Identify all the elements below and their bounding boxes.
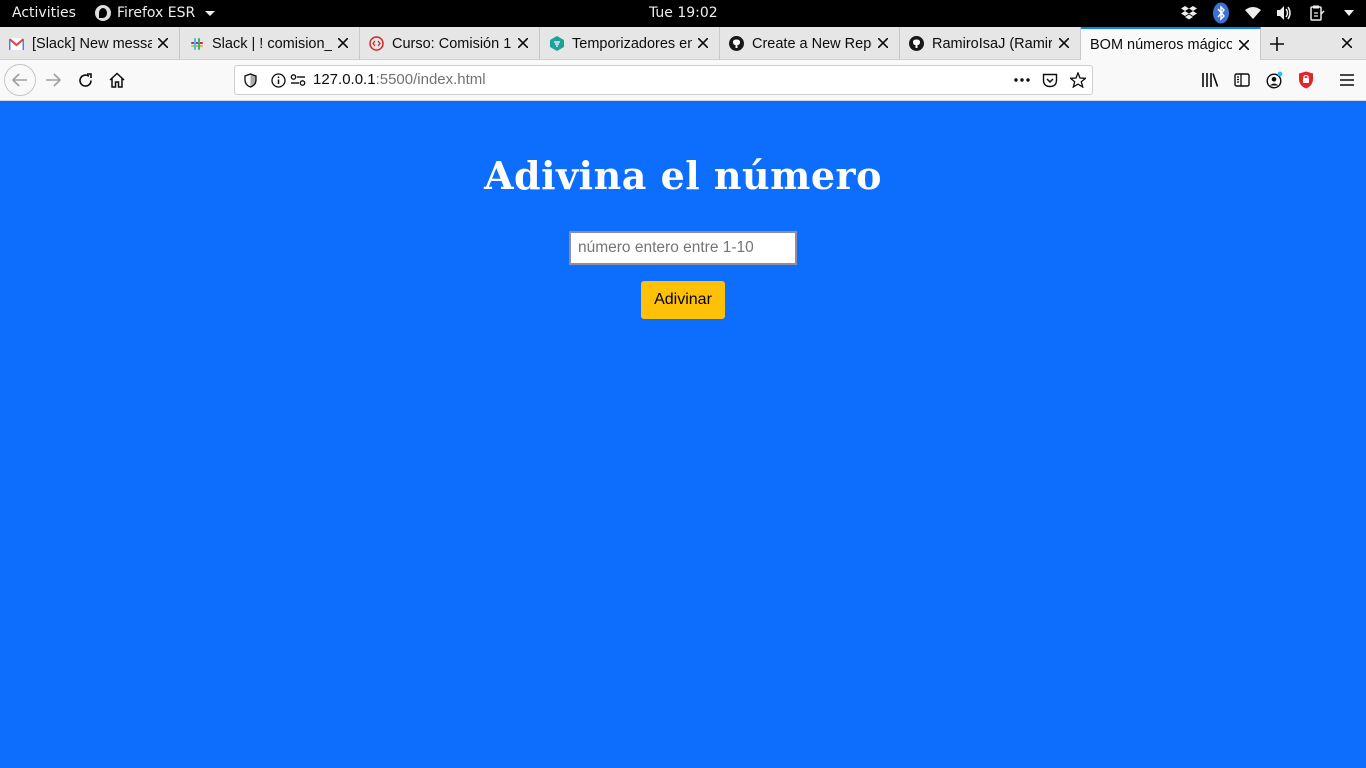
tab-title: Create a New Repository xyxy=(752,35,872,52)
tab-title: BOM números mágicos xyxy=(1090,37,1232,53)
slack-icon xyxy=(189,36,204,51)
volume-icon[interactable] xyxy=(1276,3,1294,23)
tab-github-profile[interactable]: RamiroIsaJ (Ramiro xyxy=(900,27,1081,60)
tab-title: RamiroIsaJ (Ramiro xyxy=(932,35,1052,52)
close-tab-icon[interactable] xyxy=(1056,35,1072,51)
bluetooth-icon[interactable] xyxy=(1212,2,1230,24)
sidebar-toggle-icon[interactable] xyxy=(1232,70,1252,90)
gmail-icon xyxy=(9,36,24,51)
page-title: Adivina el número xyxy=(484,153,882,198)
system-top-bar: Activities Firefox ESR Tue 19:02 xyxy=(0,0,1366,27)
close-tab-icon[interactable] xyxy=(515,35,531,51)
app-menu-label: Firefox ESR xyxy=(117,5,196,21)
tab-strip: [Slack] New messages Slack | ! comision_… xyxy=(0,27,1366,61)
app-menu[interactable]: Firefox ESR xyxy=(95,5,216,21)
close-tab-icon[interactable] xyxy=(335,35,351,51)
caret-down-icon xyxy=(205,10,216,16)
tab-temporizadores[interactable]: Temporizadores en xyxy=(540,27,720,60)
hamburger-menu-icon[interactable] xyxy=(1337,70,1357,90)
page-content: Adivina el número Adivinar xyxy=(0,101,1366,768)
activities-button[interactable]: Activities xyxy=(12,5,76,21)
close-window-icon[interactable] xyxy=(1339,35,1355,51)
tab-title: Temporizadores en xyxy=(572,35,692,52)
ublock-shield-icon[interactable] xyxy=(1296,70,1316,90)
permissions-icon[interactable] xyxy=(290,72,306,88)
dropbox-icon[interactable] xyxy=(1180,3,1198,23)
github-icon xyxy=(909,36,924,51)
firefox-icon xyxy=(95,5,111,21)
temporizadores-icon xyxy=(549,36,564,51)
bookmark-star-icon[interactable] xyxy=(1070,72,1086,88)
tracking-shield-icon[interactable] xyxy=(242,72,258,88)
system-tray[interactable] xyxy=(1180,2,1358,24)
clipboard-icon[interactable] xyxy=(1308,3,1326,23)
tab-bom-numeros[interactable]: BOM números mágicos xyxy=(1081,27,1261,61)
tab-title: Curso: Comisión 1 xyxy=(392,35,512,52)
url-path: :5500/index.html xyxy=(375,71,486,88)
close-tab-icon[interactable] xyxy=(1236,37,1252,53)
tab-slack[interactable]: Slack | ! comision_ xyxy=(180,27,360,60)
tab-title: Slack | ! comision_ xyxy=(212,35,332,52)
home-icon[interactable] xyxy=(102,66,132,94)
system-menu-caret-icon[interactable] xyxy=(1340,3,1358,23)
close-tab-icon[interactable] xyxy=(155,35,171,51)
info-icon[interactable] xyxy=(270,72,286,88)
tab-title: [Slack] New messages xyxy=(32,35,152,52)
library-icon[interactable] xyxy=(1200,70,1220,90)
number-input[interactable] xyxy=(569,231,797,265)
wifi-icon[interactable] xyxy=(1244,3,1262,23)
course-icon xyxy=(369,36,384,51)
tab-curso[interactable]: Curso: Comisión 1 xyxy=(360,27,540,60)
back-arrow-icon[interactable] xyxy=(4,64,36,96)
page-actions-ellipsis-icon[interactable] xyxy=(1014,72,1030,88)
tab-github-new-repo[interactable]: Create a New Repository xyxy=(720,27,900,60)
reload-icon[interactable] xyxy=(70,66,100,94)
address-bar[interactable]: 127.0.0.1:5500/index.html xyxy=(234,65,1093,95)
close-tab-icon[interactable] xyxy=(875,35,891,51)
url-host: 127.0.0.1 xyxy=(313,71,376,88)
forward-arrow-icon[interactable] xyxy=(38,66,68,94)
account-icon[interactable] xyxy=(1264,70,1284,90)
pocket-icon[interactable] xyxy=(1042,72,1058,88)
new-tab-plus-icon[interactable] xyxy=(1266,33,1288,55)
guess-button[interactable]: Adivinar xyxy=(641,281,725,319)
github-icon xyxy=(729,36,744,51)
url-text[interactable]: 127.0.0.1:5500/index.html xyxy=(313,71,486,88)
clock[interactable]: Tue 19:02 xyxy=(649,5,718,21)
close-tab-icon[interactable] xyxy=(695,35,711,51)
navigation-toolbar: 127.0.0.1:5500/index.html xyxy=(0,60,1366,101)
tab-gmail[interactable]: [Slack] New messages xyxy=(0,27,180,60)
